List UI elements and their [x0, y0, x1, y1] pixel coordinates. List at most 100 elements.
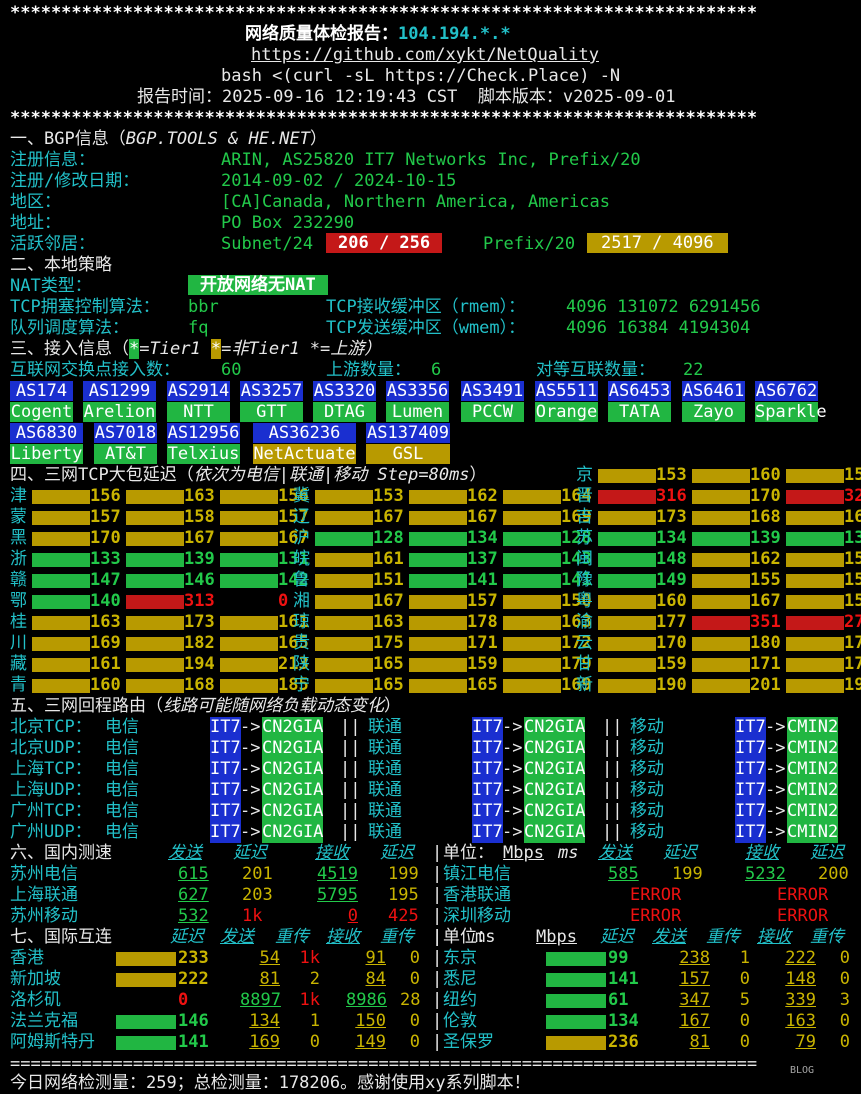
asn-number: AS3257: [240, 381, 303, 401]
latency-value: 156: [90, 486, 121, 506]
route-cn2: CN2GIA: [524, 801, 586, 822]
bgp-label: 地址：: [10, 213, 61, 233]
nat-label: NAT类型：: [10, 276, 92, 296]
latency-bar: [315, 616, 373, 630]
asn-number: AS12956: [167, 423, 240, 443]
intl-retx2: 0: [839, 969, 850, 989]
lat-value: ERROR: [630, 906, 682, 926]
route-arrow: ->: [765, 780, 786, 800]
latency-bar: [409, 658, 467, 672]
latency-bar: [786, 637, 844, 651]
latency-bar: [786, 658, 844, 672]
latency-value: 157: [90, 507, 121, 527]
intl-send: 81: [259, 969, 280, 989]
access-title-text: 三、接入信息（: [10, 339, 129, 359]
divider: |: [432, 1011, 443, 1031]
intl-header: 重传: [706, 927, 740, 947]
divider: |: [432, 885, 443, 905]
route-isp-cm: 移动: [630, 801, 664, 821]
latency-bar: [220, 637, 278, 651]
latency-bar: [598, 511, 656, 525]
divider: ||: [602, 759, 623, 779]
bgp-value: [CA]Canada, Northern America, Americas: [221, 192, 610, 212]
lat-value: ERROR: [777, 885, 829, 905]
route-it7: IT7: [210, 801, 241, 822]
route-isp-ct: 电信: [105, 780, 139, 800]
route-it7: IT7: [210, 759, 241, 780]
route-arrow: ->: [502, 822, 523, 842]
divider: ||: [602, 822, 623, 842]
intl-lat: 141: [608, 969, 639, 989]
latency-value: 152: [844, 570, 861, 590]
latency-bar: [692, 637, 750, 651]
route-arrow: ->: [240, 717, 261, 737]
latency-bar: [32, 532, 90, 546]
latency-value: 190: [656, 675, 687, 695]
route-cmin2: CMIN2: [787, 822, 839, 843]
divider: ||: [340, 780, 361, 800]
asn-number: AS3491: [461, 381, 524, 401]
bgp-label: 注册/修改日期：: [10, 171, 140, 191]
latency-bar: [409, 616, 467, 630]
latency-value: 141: [467, 570, 498, 590]
intl-retx2: 28: [400, 990, 421, 1010]
route-city-label: 上海UDP：: [10, 780, 92, 800]
asn-name: Cogent: [10, 402, 73, 422]
latency-value: 162: [750, 549, 781, 569]
intl-retx2: 0: [839, 1011, 850, 1031]
asn-name: AT&T: [94, 444, 157, 464]
intl-node: 圣保罗: [443, 1032, 494, 1052]
lat-value: 1k: [242, 906, 263, 926]
route-isp-ct: 电信: [105, 738, 139, 758]
latency-bar: [503, 637, 561, 651]
latency-bar: [692, 658, 750, 672]
lat-value: 195: [388, 885, 419, 905]
route-it7: IT7: [472, 738, 503, 759]
command: bash <(curl -sL https://Check.Place) -N: [221, 66, 620, 87]
latency-value: 194: [184, 654, 215, 674]
intl-lat: 141: [178, 1032, 209, 1052]
latency-bar: [116, 994, 176, 1008]
stars-top: ****************************************…: [10, 3, 757, 24]
route-cn2: CN2GIA: [524, 717, 586, 738]
intl-lat: 61: [608, 990, 629, 1010]
asn-name: Telxius: [167, 444, 240, 464]
latency-value: 160: [90, 675, 121, 695]
route-arrow: ->: [765, 801, 786, 821]
queue-value: fq: [188, 318, 209, 338]
rmem-label: TCP接收缓冲区（rmem）：: [326, 297, 526, 317]
speed-node: 苏州电信: [10, 864, 78, 884]
intl-recv: 163: [785, 1011, 816, 1031]
latency-value: 146: [184, 570, 215, 590]
intl-lat: 146: [178, 1011, 209, 1031]
latency-value: 172: [844, 654, 861, 674]
intl-recv: 339: [785, 990, 816, 1010]
route-city-label: 广州UDP：: [10, 822, 92, 842]
intl-retx2: 0: [409, 1032, 420, 1052]
route-isp-cu: 联通: [368, 759, 402, 779]
latency-bar: [409, 490, 467, 504]
stars: ****************************************…: [10, 3, 758, 23]
route-isp-cu: 联通: [368, 780, 402, 800]
asn-number: AS3356: [386, 381, 449, 401]
route-cn2: CN2GIA: [262, 759, 324, 780]
latency-value: 159: [656, 654, 687, 674]
latency-bar: [32, 616, 90, 630]
latency-bar: [692, 469, 750, 483]
latency-bar: [116, 973, 176, 987]
province-label: 鄂: [10, 591, 27, 611]
recv-value: 0: [347, 906, 358, 926]
intl-retx: 5: [739, 990, 750, 1010]
intl-send: 134: [249, 1011, 280, 1031]
cc-label: TCP拥塞控制算法：: [10, 297, 160, 317]
latency-value: 165: [373, 654, 404, 674]
route-isp-cm: 移动: [630, 759, 664, 779]
latency-bar: [503, 658, 561, 672]
latency-value: 162: [467, 486, 498, 506]
send-value: 627: [178, 885, 209, 905]
send-value: 615: [178, 864, 209, 884]
intl-header: 延迟: [600, 927, 634, 947]
latency-bar: [546, 973, 606, 987]
asn-number: AS36236: [253, 423, 356, 443]
province-label: 晋: [576, 486, 593, 506]
